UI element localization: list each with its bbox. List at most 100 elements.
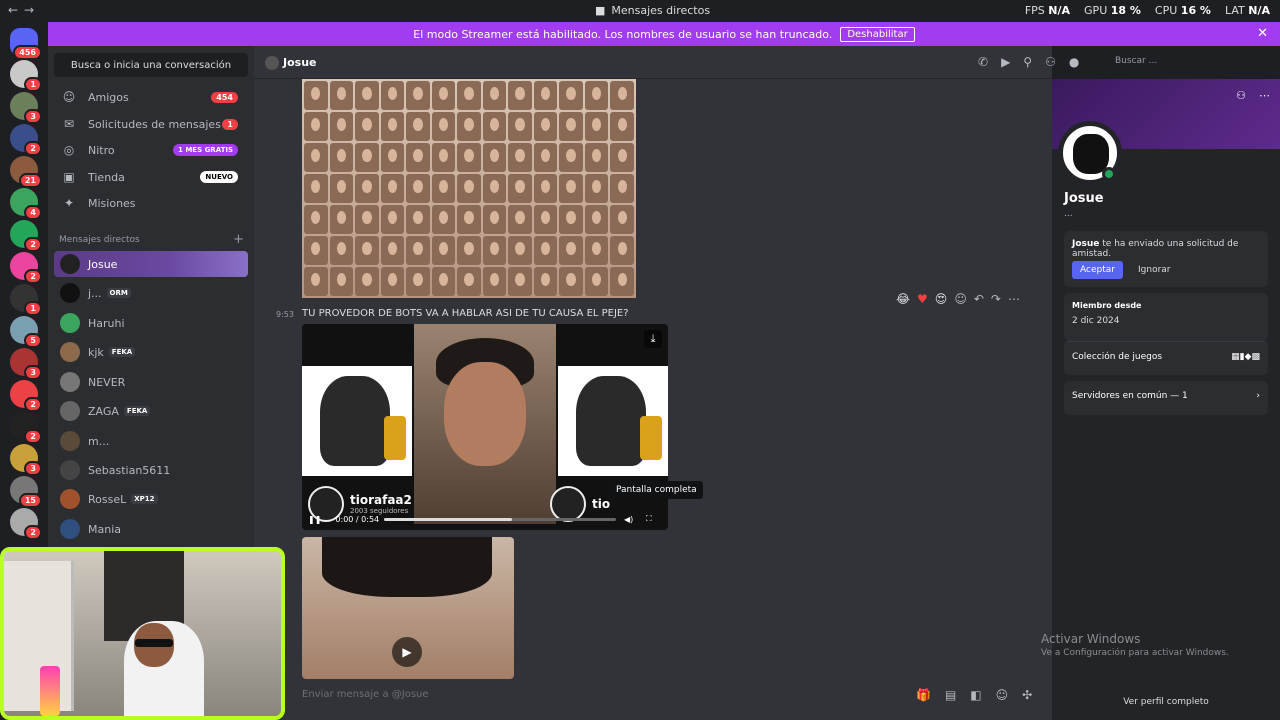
face-tile xyxy=(304,267,328,296)
face-tile xyxy=(329,81,354,110)
message-actions: 😂 ♥ 😍 ☺ ↶ ↷ ⋯ xyxy=(896,292,1020,306)
dm-item[interactable]: NEVER xyxy=(54,369,248,395)
dm-avatar[interactable]: 21 xyxy=(10,156,42,188)
nav-arrows[interactable]: ←→ xyxy=(8,3,40,17)
discord-icon: ■ xyxy=(595,4,606,17)
dm-avatar[interactable]: 4 xyxy=(10,188,42,220)
dm-item[interactable]: Sebastian5611 xyxy=(54,457,248,483)
face-tile xyxy=(610,205,634,234)
dm-avatar[interactable]: 2 xyxy=(10,508,42,540)
face-tile xyxy=(508,112,532,141)
dm-avatar[interactable]: 15 xyxy=(10,476,42,508)
fullscreen-icon[interactable]: ⛶ xyxy=(646,514,652,524)
ignore-button[interactable]: Ignorar xyxy=(1134,261,1175,279)
dm-avatar[interactable]: 2 xyxy=(10,252,42,284)
more-icon[interactable]: ⋯ xyxy=(1008,292,1020,306)
pause-icon[interactable]: ❚❚ xyxy=(308,515,321,524)
add-friends-icon[interactable]: ⚇ xyxy=(1045,55,1056,69)
face-tile xyxy=(380,81,405,110)
games-icons: ▦▮◆▩ xyxy=(1231,352,1260,362)
video-player[interactable]: tiorafaa2 2003 seguidores tio ⤓ ❚❚ 0:00 /… xyxy=(302,324,668,530)
more-icon[interactable]: ⋯ xyxy=(1259,89,1270,102)
forward-icon[interactable]: ↷ xyxy=(991,292,1001,306)
message-input[interactable]: Enviar mensaje a @Josue xyxy=(302,689,429,700)
face-tile xyxy=(406,205,430,234)
heart-eyes-emoji-icon[interactable]: 😍 xyxy=(935,292,948,306)
add-friend-icon[interactable]: ⚇ xyxy=(1236,89,1246,102)
apps-icon[interactable]: ✣ xyxy=(1022,688,1032,702)
face-tile xyxy=(457,174,481,203)
face-tile xyxy=(329,267,354,296)
find-conversation-button[interactable]: Busca o inicia una conversación xyxy=(54,53,248,77)
face-tile xyxy=(355,236,379,265)
view-full-profile-button[interactable]: Ver perfil completo xyxy=(1052,697,1280,707)
new-tag: NUEVO xyxy=(200,171,238,183)
reply-icon[interactable]: ↶ xyxy=(974,292,984,306)
face-tile xyxy=(482,267,507,296)
dm-item[interactable]: Mania xyxy=(54,516,248,542)
game-collection-card[interactable]: Colección de juegos ▦▮◆▩ xyxy=(1064,341,1268,375)
quests-icon: ✦ xyxy=(63,196,75,210)
dm-item[interactable]: RosseL XP12 xyxy=(54,486,248,512)
video-progress-bar[interactable] xyxy=(384,518,616,521)
face-tile xyxy=(431,267,456,296)
gift-icon[interactable]: 🎁 xyxy=(916,688,931,702)
dm-item[interactable]: Haruhi xyxy=(54,310,248,336)
dm-item[interactable]: m... xyxy=(54,428,248,454)
face-tile xyxy=(584,112,609,141)
search-input[interactable]: Buscar ... xyxy=(1109,53,1269,71)
dm-avatar[interactable]: 2 xyxy=(10,380,42,412)
face-tile xyxy=(355,112,379,141)
face-tile xyxy=(610,112,634,141)
sidebar-item-friends[interactable]: ☺ Amigos 454 xyxy=(54,84,248,110)
face-tile xyxy=(380,143,405,172)
face-tile xyxy=(610,143,634,172)
face-tile xyxy=(584,174,609,203)
mutual-servers-card[interactable]: Servidores en común — 1 › xyxy=(1064,381,1268,415)
face-tile xyxy=(355,81,379,110)
gif-icon[interactable]: ▤ xyxy=(945,688,956,702)
dm-avatar[interactable]: 3 xyxy=(10,444,42,476)
face-tile xyxy=(482,112,507,141)
emoji-icon[interactable]: ☺ xyxy=(996,688,1009,702)
sidebar-item-message-requests[interactable]: ✉ Solicitudes de mensajes 1 xyxy=(54,111,248,137)
dm-avatar[interactable]: 2 xyxy=(10,220,42,252)
video-thumbnail[interactable]: ▶ xyxy=(302,537,514,679)
dm-item[interactable]: kjk FEKA xyxy=(54,339,248,365)
laugh-emoji-icon[interactable]: 😂 xyxy=(896,292,910,306)
avatar xyxy=(60,342,80,362)
dm-avatar[interactable]: 5 xyxy=(10,316,42,348)
face-tile xyxy=(406,174,430,203)
face-tile xyxy=(482,174,507,203)
play-icon[interactable]: ▶ xyxy=(392,637,422,667)
sticker-icon[interactable]: ◧ xyxy=(970,688,981,702)
user-profile-icon[interactable]: ● xyxy=(1069,55,1079,69)
sidebar-item-shop[interactable]: ▣ Tienda NUEVO xyxy=(54,164,248,190)
pin-icon[interactable]: ⚲ xyxy=(1023,55,1032,69)
close-icon[interactable]: ✕ xyxy=(1257,26,1268,41)
dm-avatar[interactable]: 2 xyxy=(10,412,42,444)
add-dm-icon[interactable]: + xyxy=(233,232,244,247)
face-grid-image[interactable] xyxy=(302,79,636,298)
dm-item-josue[interactable]: Josue xyxy=(54,251,248,277)
home-button[interactable]: 456 xyxy=(10,28,42,60)
heart-emoji-icon[interactable]: ♥ xyxy=(917,292,928,306)
accept-button[interactable]: Aceptar xyxy=(1072,261,1123,279)
face-tile xyxy=(355,267,379,296)
download-icon[interactable]: ⤓ xyxy=(644,330,662,348)
video-call-icon[interactable]: ▶ xyxy=(1001,55,1010,69)
sidebar-item-nitro[interactable]: ◎ Nitro 1 MES GRATIS xyxy=(54,137,248,163)
dm-avatar[interactable]: 3 xyxy=(10,348,42,380)
dm-item[interactable]: ZAGA FEKA xyxy=(54,398,248,424)
volume-icon[interactable]: ◀) xyxy=(624,515,633,524)
sidebar-item-quests[interactable]: ✦ Misiones xyxy=(54,190,248,216)
dm-avatar[interactable]: 1 xyxy=(10,60,42,92)
add-reaction-icon[interactable]: ☺ xyxy=(954,292,967,306)
dm-avatar[interactable]: 1 xyxy=(10,284,42,316)
voice-call-icon[interactable]: ✆ xyxy=(978,55,988,69)
dm-item[interactable]: j... ORM xyxy=(54,280,248,306)
dm-avatar[interactable]: 2 xyxy=(10,124,42,156)
disable-button[interactable]: Deshabilitar xyxy=(840,26,915,42)
requests-count-badge: 1 xyxy=(222,118,238,130)
dm-avatar[interactable]: 3 xyxy=(10,92,42,124)
